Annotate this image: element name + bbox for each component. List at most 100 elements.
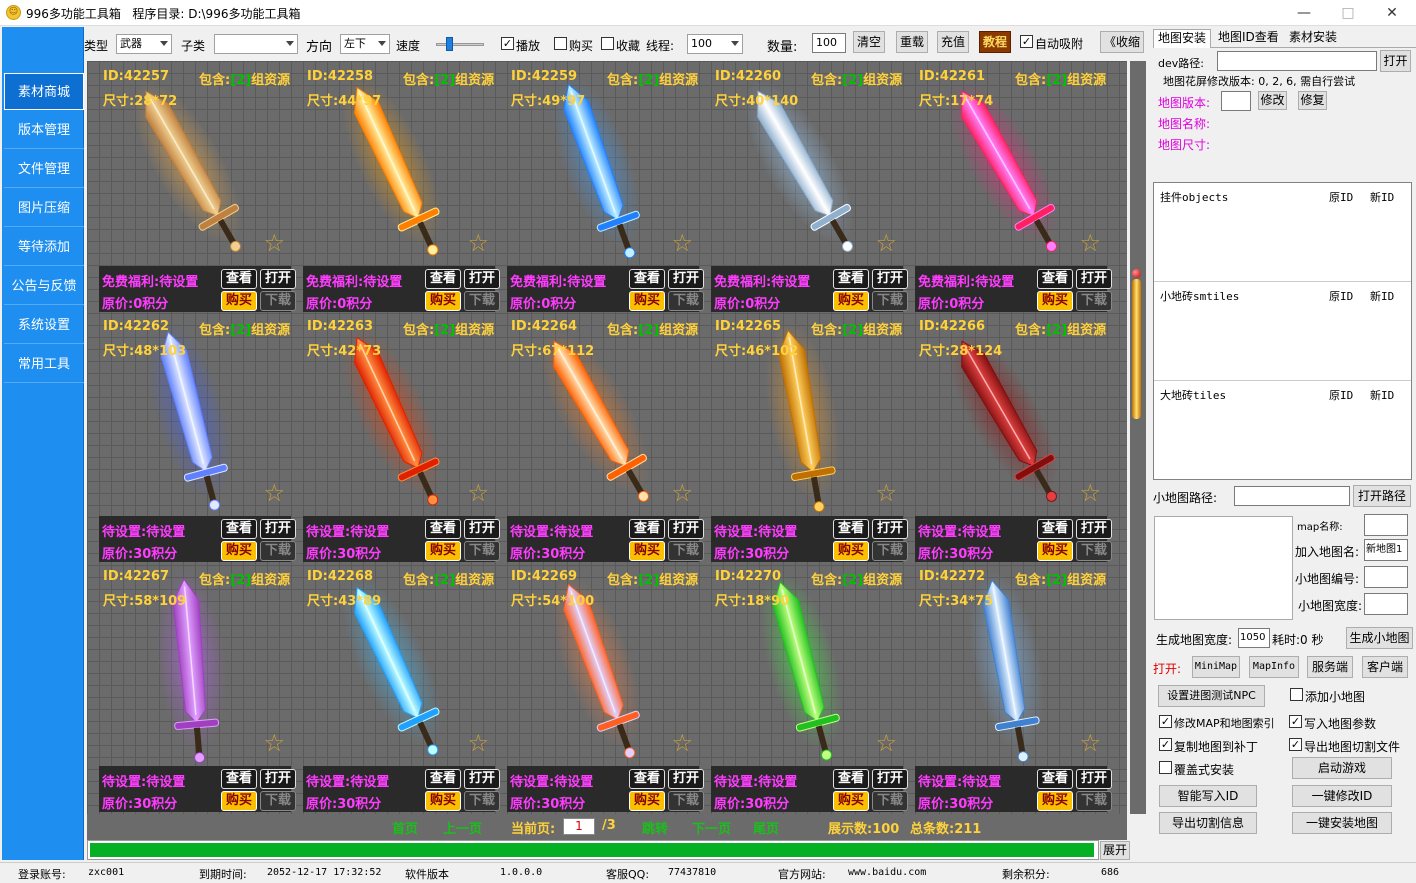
map-version-input[interactable] (1221, 91, 1251, 111)
site-link[interactable]: www.baidu.com (848, 867, 926, 878)
tutorial-button[interactable]: 教程 (979, 31, 1011, 53)
view-button[interactable]: 查看 (1037, 269, 1073, 289)
favorite-star-icon[interactable]: ☆ (467, 479, 489, 507)
material-card[interactable]: ID:42258 包含:[2]组资源 尺寸:44*97 ☆ 免费福利:待设置 原价:0积分… (291, 61, 500, 312)
count-input[interactable]: 100 (812, 33, 846, 53)
buy-button[interactable]: 购买 (629, 791, 665, 811)
view-button[interactable]: 查看 (221, 769, 257, 789)
id-mapping-lists[interactable] (1153, 182, 1412, 480)
nav-item-feedback[interactable]: 公告与反馈 (4, 268, 84, 305)
dev-path-input[interactable] (1217, 51, 1377, 71)
favorite-star-icon[interactable]: ☆ (263, 729, 285, 757)
close-button[interactable]: ✕ (1372, 2, 1412, 24)
direction-select[interactable]: 左下 (340, 34, 390, 54)
material-card[interactable]: ID:42268 包含:[2]组资源 尺寸:43*89 ☆ 待设置:待设置 原价:30积分… (291, 561, 500, 812)
jump-link[interactable]: 跳转 (642, 818, 668, 837)
overwrite-checkbox[interactable] (1159, 761, 1172, 774)
nav-item-material-store[interactable]: 素材商城 (4, 73, 84, 110)
speed-slider-thumb[interactable] (446, 37, 453, 51)
download-button[interactable]: 下载 (1076, 791, 1112, 811)
last-page-link[interactable]: 尾页 (753, 818, 779, 837)
copy-map-checkbox[interactable]: ✓ (1159, 738, 1172, 751)
gen-minimap-button[interactable]: 生成小地图 (1346, 627, 1413, 649)
favorite-star-icon[interactable]: ☆ (875, 479, 897, 507)
dev-open-button[interactable]: 打开 (1380, 50, 1411, 72)
buy-button[interactable]: 购买 (221, 541, 257, 561)
buy-button[interactable]: 购买 (833, 791, 869, 811)
minimap-no-input[interactable] (1364, 566, 1408, 588)
favorite-star-icon[interactable]: ☆ (875, 729, 897, 757)
material-card[interactable]: ID:42259 包含:[2]组资源 尺寸:49*97 ☆ 免费福利:待设置 原价:0积分… (495, 61, 704, 312)
view-button[interactable]: 查看 (425, 769, 461, 789)
play-checkbox[interactable]: ✓ (501, 37, 514, 50)
view-button[interactable]: 查看 (425, 269, 461, 289)
mapinfo-open-button[interactable]: MapInfo (1249, 656, 1299, 678)
join-name-input[interactable]: 新地图1 (1364, 539, 1408, 561)
modify-button[interactable]: 修改 (1258, 91, 1287, 110)
speed-slider-track[interactable] (436, 43, 484, 46)
collapse-button[interactable]: 《收缩 (1100, 31, 1144, 53)
view-button[interactable]: 查看 (833, 769, 869, 789)
server-open-button[interactable]: 服务端 (1307, 656, 1353, 678)
open-button[interactable]: 打开 (1076, 769, 1112, 789)
buy-button[interactable]: 购买 (1037, 291, 1073, 311)
write-param-checkbox[interactable]: ✓ (1289, 715, 1302, 728)
add-minimap-checkbox[interactable] (1290, 688, 1303, 701)
material-card[interactable]: ID:42272 包含:[2]组资源 尺寸:34*75 ☆ 待设置:待设置 原价:30积分… (903, 561, 1112, 812)
first-page-link[interactable]: 首页 (392, 818, 418, 837)
nav-item-image-compress[interactable]: 图片压缩 (4, 190, 84, 227)
buy-button[interactable]: 购买 (425, 791, 461, 811)
favorite-star-icon[interactable]: ☆ (467, 229, 489, 257)
minimap-width-input[interactable] (1364, 593, 1408, 615)
export-info-button[interactable]: 导出切割信息 (1159, 812, 1257, 834)
favorite-star-icon[interactable]: ☆ (263, 229, 285, 257)
favorite-star-icon[interactable]: ☆ (1079, 479, 1101, 507)
download-button[interactable]: 下载 (1076, 291, 1112, 311)
material-card[interactable]: ID:42262 包含:[2]组资源 尺寸:48*103 ☆ 待设置:待设置 原价:30积… (87, 311, 296, 562)
start-game-button[interactable]: 启动游戏 (1292, 757, 1392, 779)
favorite-star-icon[interactable]: ☆ (467, 729, 489, 757)
material-card[interactable]: ID:42270 包含:[2]组资源 尺寸:18*90 ☆ 待设置:待设置 原价:30积分… (699, 561, 908, 812)
material-card[interactable]: ID:42260 包含:[2]组资源 尺寸:40*140 ☆ 免费福利:待设置 原价:0积… (699, 61, 908, 312)
favorite-star-icon[interactable]: ☆ (671, 479, 693, 507)
type-select[interactable]: 武器 (116, 34, 172, 54)
expand-button[interactable]: 展开 (1100, 841, 1130, 860)
buy-button[interactable]: 购买 (1037, 541, 1073, 561)
one-click-install-button[interactable]: 一键安装地图 (1292, 812, 1392, 834)
grid-scrollbar[interactable] (1130, 61, 1146, 814)
buy-button[interactable]: 购买 (425, 291, 461, 311)
minimap-path-input[interactable] (1234, 486, 1350, 506)
view-button[interactable]: 查看 (1037, 769, 1073, 789)
favorite-star-icon[interactable]: ☆ (671, 229, 693, 257)
material-card[interactable]: ID:42269 包含:[2]组资源 尺寸:54*100 ☆ 待设置:待设置 原价:30积… (495, 561, 704, 812)
buy-button[interactable]: 购买 (833, 291, 869, 311)
buy-button[interactable]: 购买 (833, 541, 869, 561)
one-click-modify-button[interactable]: 一键修改ID (1292, 785, 1392, 807)
recharge-button[interactable]: 充值 (937, 31, 969, 53)
smart-write-button[interactable]: 智能写入ID (1159, 785, 1257, 807)
nav-item-version[interactable]: 版本管理 (4, 112, 84, 149)
auto-snap-checkbox[interactable]: ✓ (1020, 35, 1033, 48)
tab-map-id[interactable]: 地图ID查看 (1214, 29, 1283, 48)
view-button[interactable]: 查看 (1037, 519, 1073, 539)
view-button[interactable]: 查看 (629, 519, 665, 539)
set-npc-button[interactable]: 设置进图测试NPC (1158, 685, 1265, 707)
nav-item-pending[interactable]: 等待添加 (4, 229, 84, 266)
buy-button[interactable]: 购买 (425, 541, 461, 561)
favorite-star-icon[interactable]: ☆ (1079, 229, 1101, 257)
subtype-select[interactable] (214, 34, 298, 54)
view-button[interactable]: 查看 (221, 269, 257, 289)
buy-button[interactable]: 购买 (629, 291, 665, 311)
open-button[interactable]: 打开 (1076, 519, 1112, 539)
view-button[interactable]: 查看 (833, 269, 869, 289)
nav-item-settings[interactable]: 系统设置 (4, 307, 84, 344)
map-name-input[interactable] (1364, 514, 1408, 536)
current-page-input[interactable]: 1 (563, 818, 595, 835)
reload-button[interactable]: 重载 (896, 31, 928, 53)
fav-checkbox[interactable] (601, 37, 614, 50)
favorite-star-icon[interactable]: ☆ (875, 229, 897, 257)
client-open-button[interactable]: 客户端 (1362, 656, 1408, 678)
buy-checkbox[interactable] (554, 37, 567, 50)
export-cut-checkbox[interactable]: ✓ (1289, 738, 1302, 751)
mod-map-checkbox[interactable]: ✓ (1159, 715, 1172, 728)
